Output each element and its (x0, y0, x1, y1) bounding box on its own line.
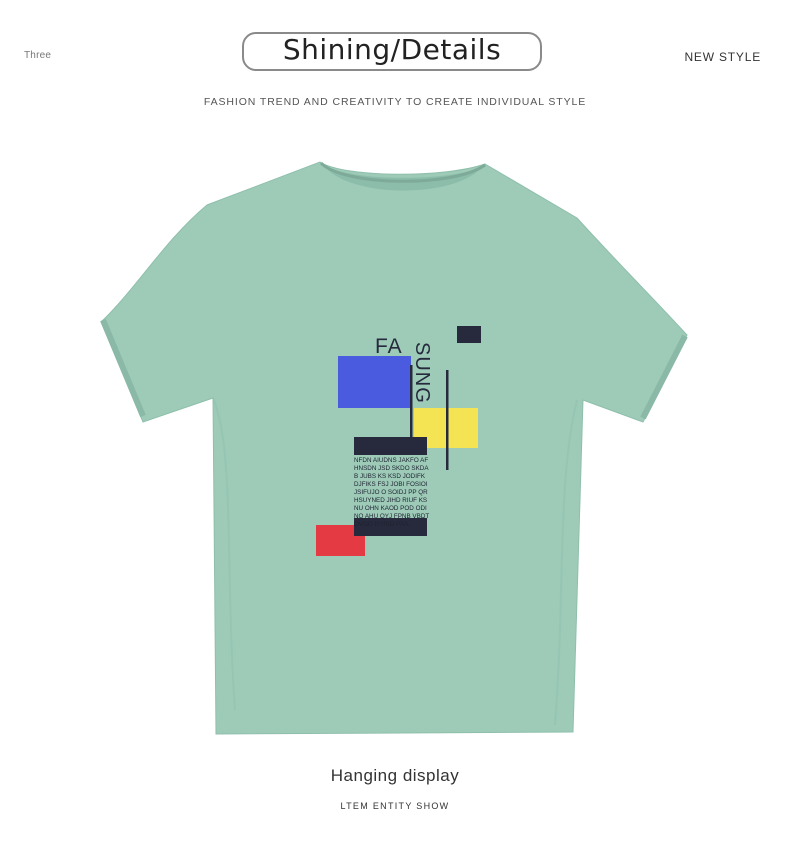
print-vertical-line-right (446, 370, 449, 470)
print-block-line: JSIFUJO O SOIDJ PP QR (354, 489, 428, 496)
caption: Hanging display (330, 766, 460, 785)
subtitle: FASHION TREND AND CREATIVITY TO CREATE I… (203, 96, 587, 108)
print-block-line: NFDN AIUDNS JAKFO AF (354, 457, 428, 464)
print-block-line: HSUYNED JIHD RIUF KS (354, 497, 427, 504)
corner-label-left: Three (24, 50, 52, 61)
page-title: Shining/Details (282, 33, 502, 66)
print-navy-bar-top (354, 437, 427, 455)
print-block-line: HNSDN JSD SKDO SKDA (354, 465, 429, 472)
print-block-line: B JUBS KS KSD JODIFK (354, 473, 426, 480)
print-block-line: NU OHN KAOD POD ODI (354, 505, 427, 512)
product-image: FA SUNG NFDN AIUDNS JAKFO AF HNSDN JSD S… (95, 150, 695, 750)
print-word-fa: FA (375, 335, 403, 358)
print-blue-block (338, 356, 411, 408)
print-text-block: NFDN AIUDNS JAKFO AF HNSDN JSD SKDO SKDA… (354, 457, 429, 528)
print-block-line: DJFIKS FSJ JOBI FOSIOI (354, 481, 428, 488)
print-navy-small-block (457, 326, 481, 343)
print-word-sung: SUNG (411, 342, 433, 404)
tshirt-image: FA SUNG NFDN AIUDNS JAKFO AF HNSDN JSD S… (100, 161, 688, 735)
subcaption: LTEM ENTITY SHOW (340, 801, 450, 811)
print-block-line: NQ AHU QYJ FPNB VBDT (354, 513, 429, 520)
corner-label-right: NEW STYLE (684, 50, 761, 64)
title-pill: Shining/Details (242, 32, 542, 71)
print-block-line: OVGO RYRID PXA. (354, 521, 410, 528)
